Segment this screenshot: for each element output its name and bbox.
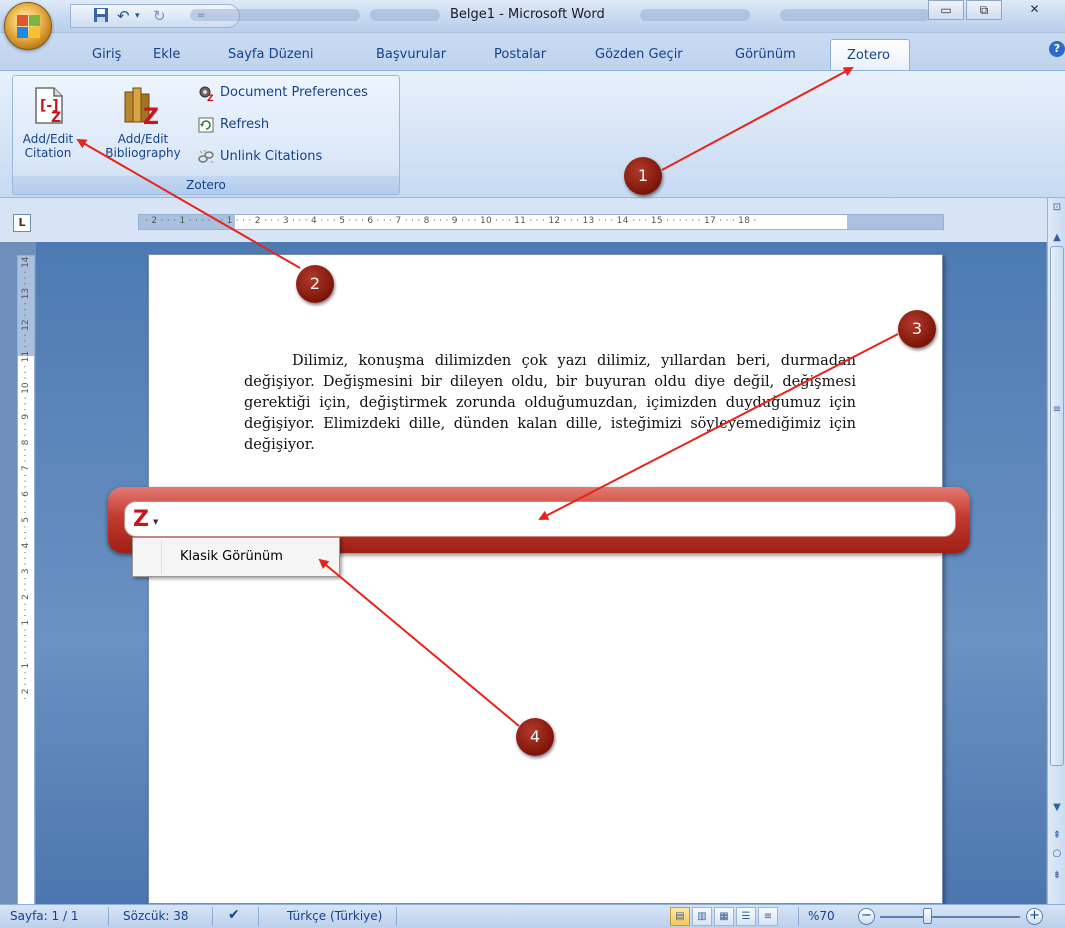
tab-gozden-gecir[interactable]: Gözden Geçir — [595, 47, 683, 62]
title-bar: ↶ ▾ ↻ = Belge1 - Microsoft Word ▭ ⧉ ✕ — [0, 0, 1065, 33]
ribbon-group-label: Zotero — [13, 176, 399, 194]
unlink-icon — [198, 150, 214, 164]
maximize-button[interactable]: ⧉ — [966, 0, 1002, 20]
help-icon[interactable]: ? — [1049, 41, 1065, 57]
word-count[interactable]: Sözcük: 38 — [123, 909, 189, 923]
next-page-icon[interactable]: ⇟ — [1051, 870, 1063, 881]
gear-icon: Z — [199, 86, 214, 101]
document-paragraph[interactable]: Dilimiz, konuşma dilimizden çok yazı dil… — [244, 351, 856, 456]
chevron-down-icon[interactable]: ▼ — [153, 518, 158, 526]
zoom-slider[interactable] — [880, 916, 1020, 918]
ribbon-tab-row: Giriş Ekle Sayfa Düzeni Başvurular Posta… — [0, 33, 1065, 72]
status-bar: Sayfa: 1 / 1 Sözcük: 38 ✔ Türkçe (Türkiy… — [0, 904, 1065, 928]
tab-gorunum[interactable]: Görünüm — [735, 47, 796, 62]
office-logo-icon — [17, 15, 41, 39]
redo-icon[interactable]: ↻ — [153, 7, 166, 25]
menu-item-label: Klasik Görünüm — [180, 549, 283, 564]
vertical-scrollbar[interactable]: ⊡ ▲ ≡ ▼ ⇞ ○ ⇟ — [1047, 198, 1065, 904]
tab-stop-selector[interactable]: L — [13, 214, 31, 232]
blurred-taskbar-item — [370, 9, 440, 21]
annotation-badge-4: 4 — [516, 718, 554, 756]
print-layout-view-icon[interactable]: ▤ — [670, 907, 690, 926]
svg-text:Z: Z — [143, 105, 159, 126]
citation-icon: [-] Z — [35, 87, 63, 126]
annotation-badge-1: 1 — [624, 157, 662, 195]
window-title: Belge1 - Microsoft Word — [450, 7, 605, 22]
zotero-search-input[interactable]: Z ▼ — [124, 501, 956, 537]
browse-object-icon[interactable]: ○ — [1051, 848, 1063, 859]
scroll-up-icon[interactable]: ▲ — [1051, 232, 1063, 243]
undo-icon[interactable]: ↶ — [117, 7, 130, 25]
outline-view-icon[interactable]: ☰ — [736, 907, 756, 926]
tab-postalar[interactable]: Postalar — [494, 47, 546, 62]
svg-text:Z: Z — [207, 94, 214, 101]
blurred-taskbar-item — [640, 9, 750, 21]
zotero-ribbon-group: [-] Z Add/Edit Citation Z Add/Edit Bibli… — [12, 75, 400, 195]
tab-zotero-label: Zotero — [847, 48, 890, 63]
add-bibliography-label-line2: Bibliography — [105, 146, 181, 160]
minimize-button[interactable]: ▭ — [928, 0, 964, 20]
add-bibliography-label-line1: Add/Edit — [117, 132, 169, 146]
document-page[interactable]: Dilimiz, konuşma dilimizden çok yazı dil… — [148, 254, 943, 904]
blurred-taskbar-item — [190, 9, 360, 21]
ruler-right-margin — [847, 215, 943, 229]
zotero-dropdown-menu: Klasik Görünüm — [132, 537, 340, 577]
svg-text:Z: Z — [51, 110, 61, 126]
divider — [212, 907, 213, 926]
web-layout-icon[interactable]: ▦ — [714, 907, 734, 926]
menu-item-klasik-gorunum[interactable]: Klasik Görünüm — [135, 540, 337, 574]
scrollbar-thumb[interactable] — [1050, 246, 1064, 766]
vertical-ruler-numbers: · 2 · · · 1 · · · · · · 1 · · · 2 · · · … — [21, 256, 31, 700]
language-indicator[interactable]: Türkçe (Türkiye) — [287, 909, 382, 923]
zoom-out-icon[interactable]: − — [858, 908, 875, 925]
tab-giris[interactable]: Giriş — [92, 47, 121, 62]
ribbon: [-] Z Add/Edit Citation Z Add/Edit Bibli… — [0, 70, 1065, 198]
ruler-numbers: · 2 · · · 1 · · · · · · 1 · · · 2 · · · … — [145, 216, 757, 226]
undo-dropdown-icon[interactable]: ▾ — [135, 7, 140, 25]
ruler-toggle-icon[interactable]: ⊡ — [1051, 202, 1063, 213]
divider — [798, 907, 799, 926]
annotation-badge-2: 2 — [296, 265, 334, 303]
blurred-taskbar-item — [780, 9, 930, 21]
proofing-icon[interactable]: ✔ — [228, 907, 240, 923]
scroll-down-icon[interactable]: ▼ — [1051, 802, 1063, 813]
office-button[interactable] — [4, 2, 52, 50]
previous-page-icon[interactable]: ⇞ — [1051, 830, 1063, 841]
draft-view-icon[interactable]: ≡ — [758, 907, 778, 926]
add-citation-label-line1: Add/Edit — [22, 132, 74, 146]
divider — [258, 907, 259, 926]
add-edit-citation-button[interactable]: [-] Z Add/Edit Citation — [15, 80, 81, 176]
page-count[interactable]: Sayfa: 1 / 1 — [10, 909, 78, 923]
thumb-grip-icon: ≡ — [1052, 404, 1062, 415]
add-edit-bibliography-button[interactable]: Z Add/Edit Bibliography — [93, 80, 193, 176]
divider — [396, 907, 397, 926]
divider — [108, 907, 109, 926]
zoom-level[interactable]: %70 — [808, 909, 835, 923]
tab-ekle[interactable]: Ekle — [153, 47, 180, 62]
horizontal-ruler[interactable]: · 2 · · · 1 · · · · · · 1 · · · 2 · · · … — [138, 214, 944, 230]
zoom-in-icon[interactable]: + — [1026, 908, 1043, 925]
zotero-logo-icon[interactable]: Z — [133, 508, 149, 532]
tab-sayfa-duzeni[interactable]: Sayfa Düzeni — [228, 47, 314, 62]
refresh-icon — [198, 117, 214, 133]
full-screen-reading-icon[interactable]: ▥ — [692, 907, 712, 926]
annotation-badge-3: 3 — [898, 310, 936, 348]
bibliography-icon: Z — [124, 87, 159, 126]
vertical-ruler[interactable]: · 2 · · · 1 · · · · · · 1 · · · 2 · · · … — [17, 255, 35, 905]
save-icon[interactable] — [93, 7, 109, 25]
add-citation-label-line2: Citation — [24, 146, 72, 160]
ruler-row: L · 2 · · · 1 · · · · · · 1 · · · 2 · · … — [0, 198, 1065, 242]
zoom-slider-thumb[interactable] — [923, 908, 932, 924]
tab-zotero[interactable]: Zotero — [830, 39, 910, 72]
close-button[interactable]: ✕ — [1004, 0, 1065, 20]
tab-basvurular[interactable]: Başvurular — [376, 47, 446, 62]
